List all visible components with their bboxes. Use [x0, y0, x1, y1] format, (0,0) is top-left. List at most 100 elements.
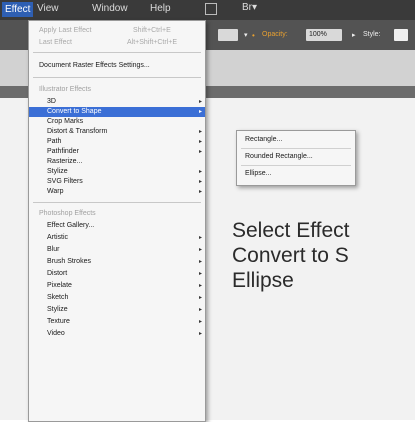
submenu-arrow-icon: ▸: [199, 129, 203, 135]
submenu-arrow-icon: ▸: [199, 319, 203, 325]
workspace-icon[interactable]: [205, 3, 217, 15]
submenu-item-rectangle[interactable]: Rectangle...: [237, 134, 355, 146]
instruction-caption: Select Effect Convert to S Ellipse: [232, 218, 415, 293]
submenu-item-rounded-rectangle[interactable]: Rounded Rectangle...: [237, 151, 355, 163]
menu-item-label: Convert to Shape: [47, 108, 102, 115]
effect-menu: Apply Last Effect Shift+Ctrl+E Last Effe…: [28, 20, 206, 422]
menu-item-label: Warp: [47, 188, 64, 195]
menu-item-label: Brush Strokes: [47, 258, 91, 265]
menu-item-label: Distort & Transform: [47, 128, 108, 135]
menu-view[interactable]: View: [37, 3, 59, 14]
style-swatch[interactable]: [394, 29, 408, 41]
menu-item-stylize[interactable]: Stylize ▸: [29, 167, 205, 177]
menu-effect[interactable]: Effect: [2, 2, 34, 17]
menu-item-brush-strokes[interactable]: Brush Strokes ▸: [29, 257, 205, 267]
menu-window[interactable]: Window: [92, 3, 128, 14]
caption-line-3: Ellipse: [232, 269, 294, 292]
chevron-down-icon[interactable]: ▾: [244, 31, 248, 39]
submenu-arrow-icon: ▸: [199, 99, 203, 105]
section-header-label: Photoshop Effects: [39, 210, 96, 217]
menu-item-distort[interactable]: Distort ▸: [29, 269, 205, 279]
menu-item-document-raster-settings[interactable]: Document Raster Effects Settings...: [29, 61, 205, 71]
menu-item-label: Stylize: [47, 168, 68, 175]
menu-separator: [241, 165, 351, 166]
menu-help[interactable]: Help: [150, 3, 171, 14]
section-header-label: Illustrator Effects: [39, 86, 92, 93]
menu-item-blur[interactable]: Blur ▸: [29, 245, 205, 255]
menu-item-label: Video: [47, 330, 65, 337]
opacity-value: 100%: [309, 31, 327, 38]
menu-item-warp[interactable]: Warp ▸: [29, 187, 205, 197]
submenu-arrow-icon: ▸: [199, 235, 203, 241]
menu-separator: [33, 52, 201, 53]
submenu-arrow-icon: ▸: [199, 139, 203, 145]
submenu-arrow-icon: ▸: [199, 295, 203, 301]
menu-item-rasterize[interactable]: Rasterize...: [29, 157, 205, 167]
menu-item-label: Ellipse...: [245, 170, 272, 177]
menu-item-label: 3D: [47, 98, 56, 105]
shortcut-label: Shift+Ctrl+E: [133, 27, 171, 34]
menu-item-label: Texture: [47, 318, 70, 325]
menu-separator: [241, 148, 351, 149]
opacity-label[interactable]: Opacity:: [262, 31, 288, 38]
submenu-arrow-icon: ▸: [199, 149, 203, 155]
menu-item-label: Distort: [47, 270, 68, 277]
menu-item-sketch[interactable]: Sketch ▸: [29, 293, 205, 303]
section-header-illustrator: Illustrator Effects: [29, 85, 205, 95]
menu-item-crop-marks[interactable]: Crop Marks: [29, 117, 205, 127]
section-header-photoshop: Photoshop Effects: [29, 209, 205, 219]
submenu-arrow-icon: ▸: [199, 179, 203, 185]
menu-separator: [33, 202, 201, 203]
menu-item-3d[interactable]: 3D ▸: [29, 97, 205, 107]
menu-item-label: Rectangle...: [245, 136, 283, 143]
menu-item-label: Sketch: [47, 294, 69, 301]
menu-item-artistic[interactable]: Artistic ▸: [29, 233, 205, 243]
menu-item-label: SVG Filters: [47, 178, 83, 185]
menu-item-pathfinder[interactable]: Pathfinder ▸: [29, 147, 205, 157]
menu-item-video[interactable]: Video ▸: [29, 329, 205, 339]
menu-item-apply-last-effect[interactable]: Apply Last Effect Shift+Ctrl+E: [29, 26, 205, 36]
submenu-arrow-icon: ▸: [199, 271, 203, 277]
menu-item-label: Last Effect: [39, 39, 72, 46]
chevron-right-icon[interactable]: ▸: [352, 31, 356, 39]
menu-item-svg-filters[interactable]: SVG Filters ▸: [29, 177, 205, 187]
submenu-arrow-icon: ▸: [199, 109, 203, 115]
menu-item-convert-to-shape[interactable]: Convert to Shape ▸: [29, 107, 205, 117]
dot-icon: •: [252, 31, 255, 40]
menu-item-label: Apply Last Effect: [39, 27, 92, 34]
style-label: Style:: [363, 31, 381, 38]
menu-item-path[interactable]: Path ▸: [29, 137, 205, 147]
shortcut-label: Alt+Shift+Ctrl+E: [127, 39, 177, 46]
stroke-weight-field[interactable]: [218, 29, 238, 41]
submenu-item-ellipse[interactable]: Ellipse...: [237, 168, 355, 180]
menu-separator: [33, 77, 201, 78]
menu-item-label: Pixelate: [47, 282, 72, 289]
caption-line-2: Convert to S: [232, 244, 349, 267]
submenu-arrow-icon: ▸: [199, 169, 203, 175]
menu-item-label: Stylize: [47, 306, 68, 313]
menu-item-distort-transform[interactable]: Distort & Transform ▸: [29, 127, 205, 137]
menu-item-label: Rounded Rectangle...: [245, 153, 313, 160]
convert-to-shape-submenu: Rectangle... Rounded Rectangle... Ellips…: [236, 130, 356, 186]
submenu-arrow-icon: ▸: [199, 283, 203, 289]
caption-line-1: Select Effect: [232, 219, 350, 242]
submenu-arrow-icon: ▸: [199, 189, 203, 195]
menu-item-pixelate[interactable]: Pixelate ▸: [29, 281, 205, 291]
menu-item-label: Pathfinder: [47, 148, 79, 155]
menu-item-label: Artistic: [47, 234, 68, 241]
menu-item-label: Effect Gallery...: [47, 222, 95, 229]
menu-item-effect-gallery[interactable]: Effect Gallery...: [29, 221, 205, 231]
menu-item-texture[interactable]: Texture ▸: [29, 317, 205, 327]
submenu-arrow-icon: ▸: [199, 307, 203, 313]
submenu-arrow-icon: ▸: [199, 259, 203, 265]
menu-item-label: Path: [47, 138, 62, 145]
menu-item-stylize-ps[interactable]: Stylize ▸: [29, 305, 205, 315]
menu-item-label: Rasterize...: [47, 158, 83, 165]
menu-bar: Effect View Window Help Br▾: [0, 0, 415, 20]
submenu-arrow-icon: ▸: [199, 331, 203, 337]
menu-item-label: Crop Marks: [47, 118, 84, 125]
submenu-arrow-icon: ▸: [199, 247, 203, 253]
menu-item-label: Document Raster Effects Settings...: [39, 62, 150, 69]
bridge-icon[interactable]: Br▾: [242, 2, 257, 13]
menu-item-last-effect[interactable]: Last Effect Alt+Shift+Ctrl+E: [29, 38, 205, 48]
